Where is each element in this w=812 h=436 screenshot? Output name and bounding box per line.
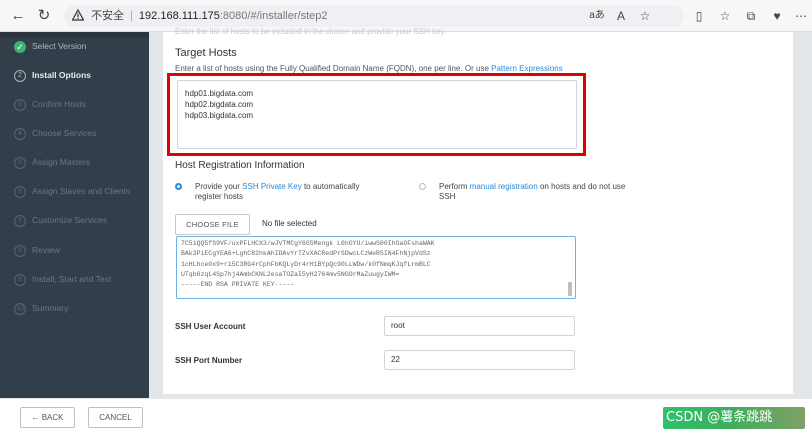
refresh-icon[interactable]: ↻ [34, 6, 54, 26]
sidebar-step-label: Install Options [32, 70, 92, 80]
sidebar-step[interactable]: ✓ Select Version [14, 39, 149, 61]
sidebar-step-label: Assign Slaves and Clients [32, 186, 131, 196]
pattern-expressions-link[interactable]: Pattern Expressions [491, 64, 563, 73]
ssh-key-option-label: Provide your SSH Private Key to automati… [195, 182, 385, 202]
key-line: -----END RSA PRIVATE KEY----- [181, 281, 295, 289]
ssh-key-radio[interactable] [175, 183, 182, 190]
step-number: 9 [14, 274, 26, 286]
sidebar-step[interactable]: 10 Summary [14, 301, 149, 323]
step-number: 7 [14, 215, 26, 227]
sidebar-step[interactable]: 7 Customize Services [14, 213, 149, 235]
sidebar-clip [0, 32, 149, 38]
key-line: BAk3PiECgYEA6+LghC82hkAhIDAvYrTZvXACRedP… [181, 250, 431, 258]
cancel-button[interactable]: CANCEL [88, 407, 143, 428]
ssh-key-textarea[interactable]: 7C51QQ5fS9VF/uxPFLHCX3/wJVTMCgY6G5Mengk … [176, 236, 576, 299]
key-line: 7C51QQ5fS9VF/uxPFLHCX3/wJVTMCgY6G5Mengk … [181, 240, 435, 247]
registration-title: Host Registration Information [175, 160, 305, 171]
sidebar-step-label: Summary [32, 303, 69, 313]
sidebar-step-label: Customize Services [32, 215, 108, 225]
clipped-instructions: Enter the list of hosts to be included i… [175, 27, 447, 36]
ssh-user-input[interactable]: root [384, 316, 575, 336]
ssh-user-label: SSH User Account [175, 322, 246, 331]
step-number: 2 [14, 70, 26, 82]
insecure-label: 不安全 [91, 10, 125, 22]
sidebar-step[interactable]: 2 Install Options [14, 68, 149, 90]
extensions-icon[interactable]: ♥ [768, 7, 786, 25]
sidebar-step-label: Assign Masters [32, 157, 91, 167]
sidebar-step-label: Choose Services [32, 128, 97, 138]
csdn-watermark: CSDN @薯条跳跳 [663, 407, 805, 429]
split-screen-icon[interactable]: ▯ [690, 7, 708, 25]
ssh-private-key-link[interactable]: SSH Private Key [242, 182, 302, 191]
option2-pre: Perform [439, 182, 470, 191]
sidebar-step[interactable]: 5 Assign Masters [14, 155, 149, 177]
target-hosts-title: Target Hosts [175, 47, 237, 59]
favorites-icon[interactable]: ☆ [716, 7, 734, 25]
sidebar-step-label: Select Version [32, 41, 87, 51]
no-file-label: No file selected [262, 219, 317, 228]
sidebar-step[interactable]: 3 Confirm Hosts [14, 97, 149, 119]
check-icon: ✓ [14, 41, 26, 53]
back-button[interactable]: ← BACK [20, 407, 75, 428]
ssh-port-label: SSH Port Number [175, 356, 243, 365]
back-arrow-icon[interactable]: ← [8, 6, 28, 26]
manual-registration-radio[interactable] [419, 183, 426, 190]
key-line: UTqb6zqL4Sp7hj4AmbCKNL2esaTOZaI5yH2764mv… [181, 270, 400, 278]
ssh-port-input[interactable]: 22 [384, 350, 575, 370]
url-path: :8080/#/installer/step2 [219, 10, 328, 22]
sidebar-step[interactable]: 4 Choose Services [14, 126, 149, 148]
text-size-icon[interactable]: A [612, 7, 630, 25]
target-hosts-description: Enter a list of hosts using the Fully Qu… [175, 64, 563, 73]
read-aloud-icon[interactable]: aあ [588, 7, 606, 25]
manual-option-label: Perform manual registration on hosts and… [439, 182, 631, 202]
key-line: 1cHLhce0x9+ri5C3RG4rCphFbKQLyDr4rH1BYpQc… [181, 260, 431, 268]
sidebar-step-label: Confirm Hosts [32, 99, 86, 109]
step-number: 8 [14, 245, 26, 257]
step-number: 6 [14, 186, 26, 198]
step-number: 5 [14, 157, 26, 169]
sidebar-step[interactable]: 9 Install, Start and Test [14, 272, 149, 294]
address-separator: | [130, 10, 133, 22]
target-hosts-description-text: Enter a list of hosts using the Fully Qu… [175, 64, 492, 73]
step-number: 10 [14, 303, 26, 315]
key-scroll-thumb[interactable] [568, 282, 572, 296]
sidebar-step-label: Install, Start and Test [32, 274, 112, 284]
collections-icon[interactable]: ⧉ [742, 7, 760, 25]
step-number: 3 [14, 99, 26, 111]
target-hosts-input[interactable]: hdp01.bigdata.com hdp02.bigdata.com hdp0… [177, 80, 577, 149]
sidebar-step-label: Review [32, 245, 60, 255]
step-number: 4 [14, 128, 26, 140]
warning-icon [72, 9, 84, 21]
menu-icon[interactable]: ⋯ [792, 7, 810, 25]
sidebar-step[interactable]: 6 Assign Slaves and Clients [14, 184, 149, 206]
sidebar-step[interactable]: 8 Review [14, 243, 149, 265]
manual-registration-link[interactable]: manual registration [470, 182, 538, 191]
choose-file-button[interactable]: CHOOSE FILE [175, 214, 250, 235]
url-host: 192.168.111.175 [138, 10, 220, 22]
favorite-star-icon[interactable]: ☆ [636, 7, 654, 25]
option1-pre: Provide your [195, 182, 243, 191]
